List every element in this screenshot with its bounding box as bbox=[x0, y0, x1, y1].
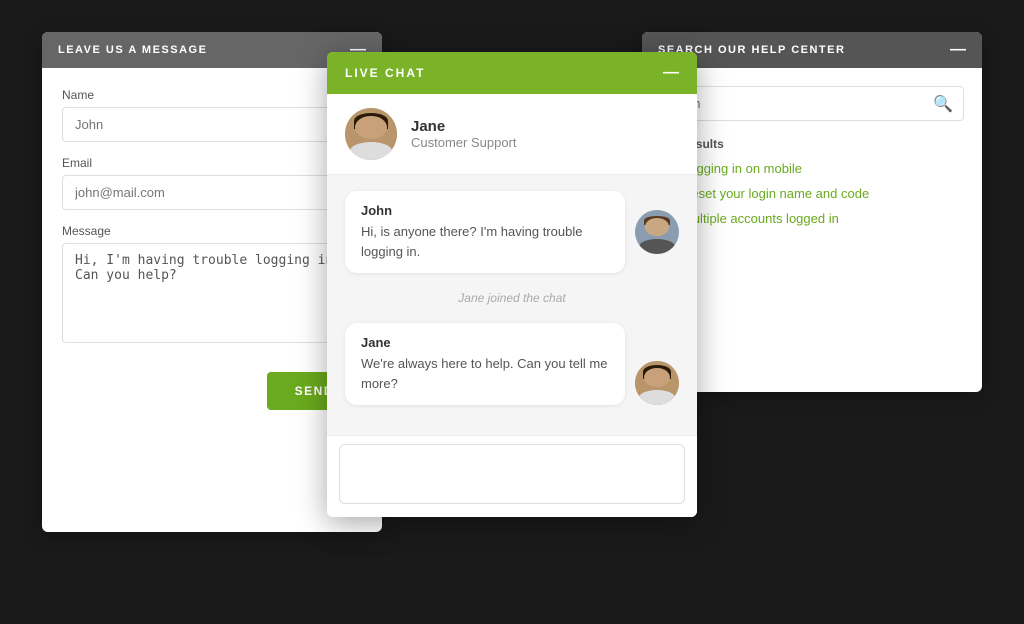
john-message-bubble: John Hi, is anyone there? I'm having tro… bbox=[345, 191, 625, 273]
result-link-1[interactable]: Logging in on mobile bbox=[682, 161, 802, 176]
result-item-2: 2. Reset your login name and code bbox=[660, 186, 964, 201]
john-message-row: John Hi, is anyone there? I'm having tro… bbox=[345, 191, 679, 273]
message-group: Message Hi, I'm having trouble logging i… bbox=[62, 224, 362, 348]
leave-message-title: LEAVE US A MESSAGE bbox=[58, 44, 207, 56]
message-textarea[interactable]: Hi, I'm having trouble logging in. Can y… bbox=[62, 243, 362, 343]
chat-minimize-button[interactable]: — bbox=[663, 64, 679, 82]
jane-reply-text: We're always here to help. Can you tell … bbox=[361, 354, 609, 393]
join-notice: Jane joined the chat bbox=[345, 287, 679, 309]
live-chat-panel: LIVE CHAT — Jane Customer Support John bbox=[327, 52, 697, 517]
search-icon: 🔍 bbox=[933, 94, 953, 114]
search-input[interactable] bbox=[661, 87, 963, 120]
agent-name: Jane bbox=[411, 118, 517, 135]
chat-input[interactable] bbox=[339, 444, 685, 504]
result-link-3[interactable]: Multiple accounts logged in bbox=[682, 211, 839, 226]
message-label: Message bbox=[62, 224, 362, 238]
agent-info: Jane Customer Support bbox=[411, 118, 517, 150]
name-group: Name bbox=[62, 88, 362, 142]
email-input[interactable] bbox=[62, 175, 362, 210]
search-input-wrap: 🔍 bbox=[660, 86, 964, 121]
widgets-container: LEAVE US A MESSAGE — Name Email Message … bbox=[42, 32, 982, 592]
jane-reply-sender: Jane bbox=[361, 335, 609, 350]
agent-role: Customer Support bbox=[411, 135, 517, 150]
result-link-2[interactable]: Reset your login name and code bbox=[682, 186, 869, 201]
result-list: 1. Logging in on mobile 2. Reset your lo… bbox=[660, 161, 964, 226]
jane-reply-bubble: Jane We're always here to help. Can you … bbox=[345, 323, 625, 405]
john-sender-name: John bbox=[361, 203, 609, 218]
jane-reply-avatar bbox=[635, 361, 679, 405]
jane-reply-row: Jane We're always here to help. Can you … bbox=[345, 323, 679, 405]
agent-avatar bbox=[345, 108, 397, 160]
result-item-1: 1. Logging in on mobile bbox=[660, 161, 964, 176]
search-minimize-button[interactable]: — bbox=[950, 42, 966, 58]
chat-input-area bbox=[327, 435, 697, 517]
chat-messages: John Hi, is anyone there? I'm having tro… bbox=[327, 175, 697, 435]
john-message-text: Hi, is anyone there? I'm having trouble … bbox=[361, 222, 609, 261]
chat-header: LIVE CHAT — bbox=[327, 52, 697, 94]
chat-title: LIVE CHAT bbox=[345, 66, 425, 80]
email-group: Email bbox=[62, 156, 362, 210]
john-avatar bbox=[635, 210, 679, 254]
name-input[interactable] bbox=[62, 107, 362, 142]
name-label: Name bbox=[62, 88, 362, 102]
result-item-3: 3. Multiple accounts logged in bbox=[660, 211, 964, 226]
agent-bar: Jane Customer Support bbox=[327, 94, 697, 175]
top-results-title: Top results bbox=[660, 137, 964, 151]
email-label: Email bbox=[62, 156, 362, 170]
